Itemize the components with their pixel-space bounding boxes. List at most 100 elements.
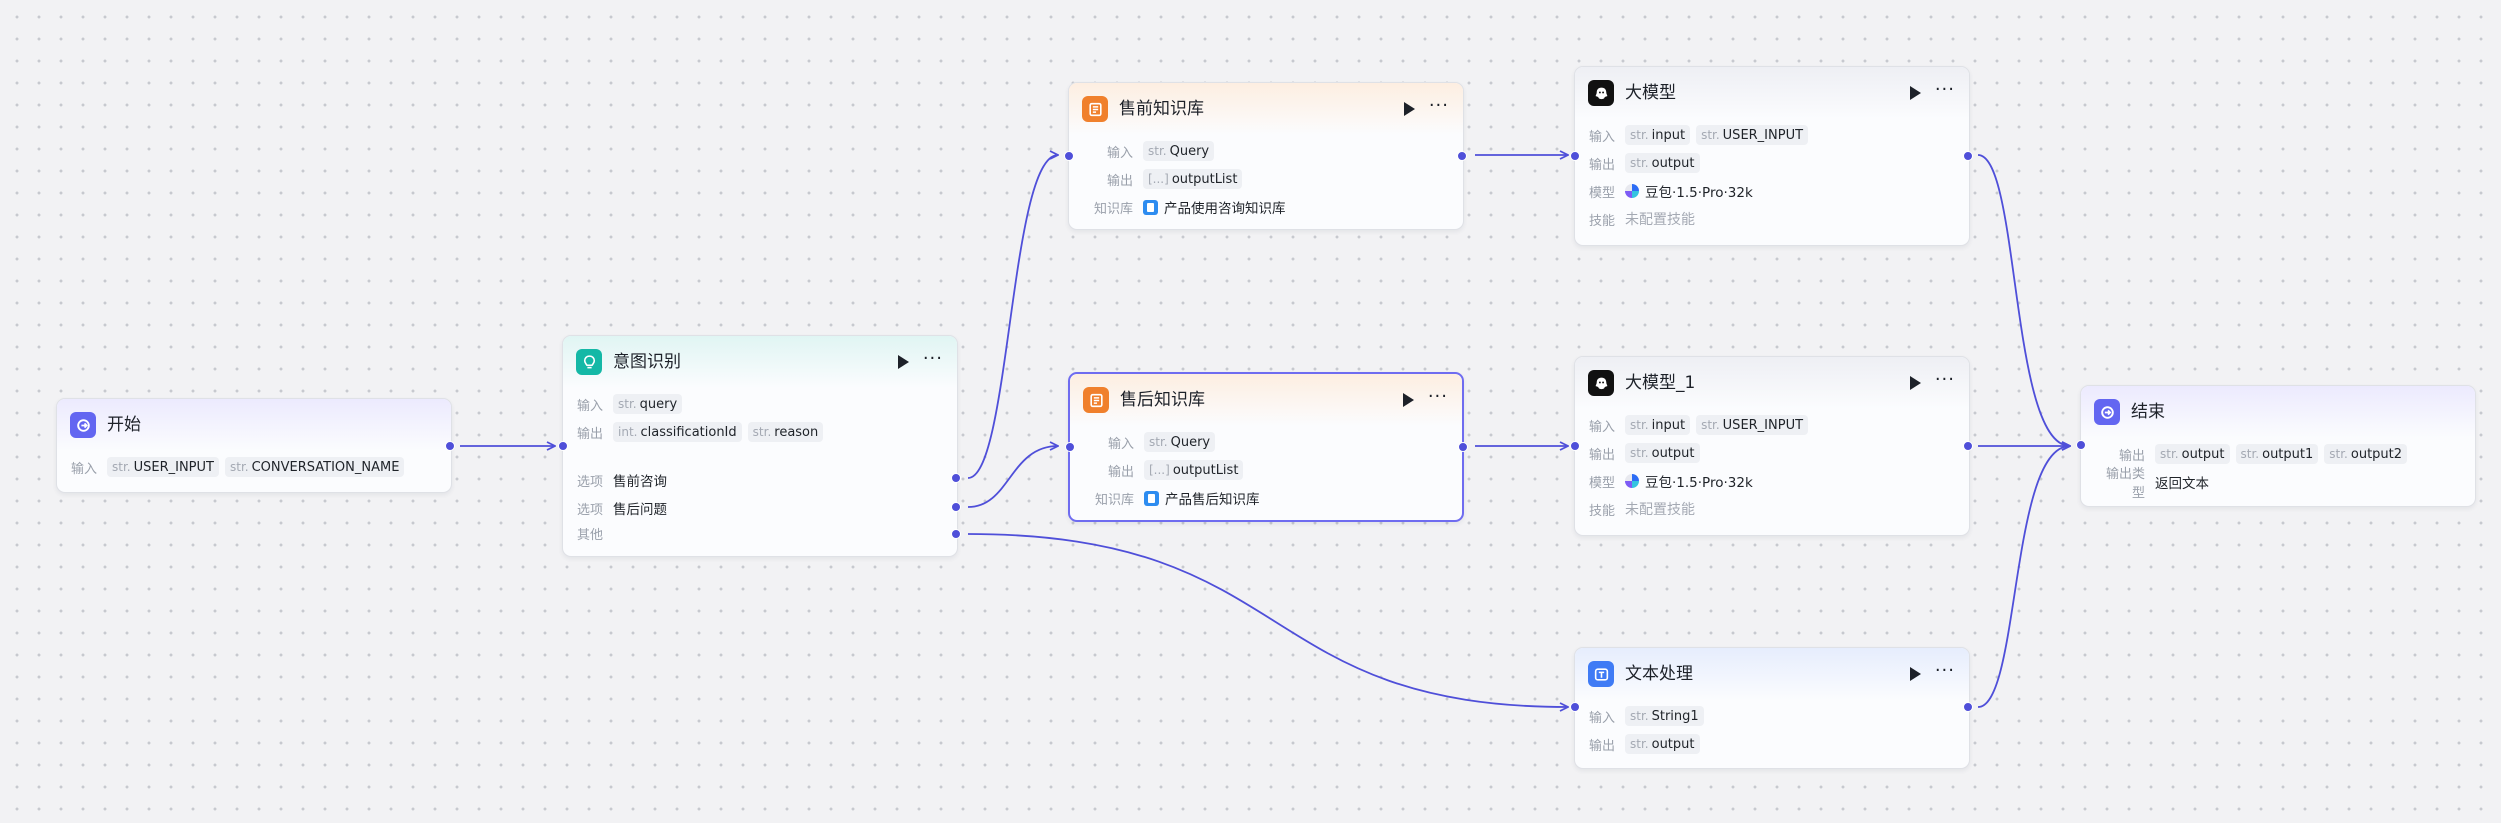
output-label: 输出	[1106, 173, 1133, 189]
start-input-row: 输入 str. USER_INPUT str. CONVERSATION_NAME	[71, 453, 437, 481]
input-label: 输入	[577, 398, 604, 414]
kb-name-row: 知识库 产品售后知识库	[1084, 484, 1448, 512]
param-chip: str. output	[1625, 153, 1700, 173]
text-input-row: 输入 str. String1	[1589, 702, 1955, 730]
option-port-1[interactable]	[951, 473, 961, 483]
input-port[interactable]	[1570, 441, 1580, 451]
kb-value: 产品售后知识库	[1144, 488, 1260, 508]
edge-text-end	[1977, 446, 2070, 708]
end-icon	[2094, 399, 2120, 425]
option-port-2[interactable]	[951, 502, 961, 512]
run-button[interactable]	[1403, 102, 1415, 116]
node-llm-1[interactable]: 大模型_1 ··· 输入 str. input str. USER_INPUT 输出…	[1570, 356, 1973, 536]
node-header: 售后知识库 ···	[1070, 374, 1462, 426]
node-kb-post[interactable]: 售后知识库 ··· 输入 str. Query 输出 [...] outputLis…	[1065, 372, 1468, 522]
input-label: 输入	[1107, 436, 1134, 452]
output-label: 输出	[2118, 448, 2145, 464]
llm-skill-row: 技能 未配置技能	[1589, 205, 1955, 233]
output-label: 输出	[577, 426, 604, 442]
output-port[interactable]	[1963, 151, 1973, 161]
output-port[interactable]	[1963, 441, 1973, 451]
model-value: 豆包·1.5·Pro·32k	[1625, 181, 1753, 201]
output-label: 输出	[1589, 157, 1616, 173]
param-chip: str. input	[1625, 415, 1691, 435]
input-port[interactable]	[1065, 442, 1075, 452]
kb-name-row: 知识库 产品使用咨询知识库	[1083, 193, 1449, 221]
param-chip: str. output	[1625, 443, 1700, 463]
brain-icon	[1588, 370, 1614, 396]
more-button[interactable]: ···	[1428, 388, 1448, 406]
end-output-row: 输出 str. output str. output1 str. output2	[2095, 440, 2461, 468]
more-button[interactable]: ···	[1429, 97, 1449, 115]
node-title: 售后知识库	[1120, 390, 1205, 410]
more-button[interactable]: ···	[1935, 371, 1955, 389]
skill-label: 技能	[1589, 213, 1616, 229]
skill-label: 技能	[1589, 503, 1616, 519]
param-chip: str. input	[1625, 125, 1691, 145]
kb-output-row: 输出 [...] outputList	[1084, 456, 1448, 484]
more-button[interactable]: ···	[1935, 81, 1955, 99]
knowledge-icon	[1083, 387, 1109, 413]
param-chip: str. output	[1625, 734, 1700, 754]
input-label: 输入	[1589, 710, 1616, 726]
input-port[interactable]	[1570, 151, 1580, 161]
output-label: 输出	[1107, 464, 1134, 480]
skill-value: 未配置技能	[1625, 212, 1695, 228]
knowledge-base-icon	[1144, 490, 1159, 506]
output-port[interactable]	[445, 441, 455, 451]
model-logo-icon	[1625, 474, 1639, 488]
input-port[interactable]	[1064, 151, 1074, 161]
more-button[interactable]: ···	[1935, 662, 1955, 680]
node-text-process[interactable]: 文本处理 ··· 输入 str. String1 输出 str. output	[1570, 647, 1973, 769]
input-port[interactable]	[1570, 702, 1580, 712]
node-title: 售前知识库	[1119, 99, 1204, 119]
param-chip: int. classificationId	[613, 422, 742, 442]
edge-intent-text	[967, 533, 1568, 707]
option-value: 售前咨询	[613, 474, 667, 490]
node-header: 文本处理 ···	[1575, 648, 1969, 700]
run-button[interactable]	[1909, 86, 1921, 100]
node-intent[interactable]: 意图识别 ··· 输入 str. query 输出 int. classificat…	[558, 335, 961, 557]
llm-output-row: 输出 str. output	[1589, 149, 1955, 177]
output-port[interactable]	[1963, 702, 1973, 712]
llm-input-row: 输入 str. input str. USER_INPUT	[1589, 121, 1955, 149]
output-port[interactable]	[1457, 151, 1467, 161]
skill-value: 未配置技能	[1625, 502, 1695, 518]
llm-model-row: 模型 豆包·1.5·Pro·32k	[1589, 177, 1955, 205]
node-title: 大模型	[1625, 83, 1676, 103]
node-llm[interactable]: 大模型 ··· 输入 str. input str. USER_INPUT 输出 s…	[1570, 66, 1973, 246]
node-start[interactable]: 开始 输入 str. USER_INPUT str. CONVERSATION_NA…	[56, 398, 455, 493]
param-chip: str. CONVERSATION_NAME	[224, 457, 405, 477]
node-end[interactable]: 结束 输出 str. output str. output1 str. output2…	[2076, 385, 2476, 507]
other-port[interactable]	[951, 529, 961, 539]
run-button[interactable]	[897, 355, 909, 369]
option-label: 选项	[577, 502, 604, 518]
node-header: 开始	[57, 399, 451, 451]
node-title: 大模型_1	[1625, 373, 1696, 393]
edge-intent-kbpre	[967, 155, 1058, 479]
start-icon	[70, 412, 96, 438]
param-chip: str. Query	[1143, 141, 1215, 161]
model-label: 模型	[1589, 475, 1616, 491]
run-button[interactable]	[1909, 667, 1921, 681]
input-port[interactable]	[558, 441, 568, 451]
llm-input-row: 输入 str. input str. USER_INPUT	[1589, 411, 1955, 439]
brain-icon	[1588, 80, 1614, 106]
option-value: 售后问题	[613, 502, 667, 518]
run-button[interactable]	[1402, 393, 1414, 407]
intent-input-row: 输入 str. query	[577, 390, 943, 418]
output-type-label: 输出类型	[2105, 467, 2145, 501]
more-button[interactable]: ···	[923, 350, 943, 368]
node-kb-pre[interactable]: 售前知识库 ··· 输入 str. Query 输出 [...] outputLis…	[1064, 82, 1467, 230]
knowledge-base-icon	[1143, 199, 1158, 215]
edge-intent-kbpost	[967, 446, 1058, 508]
node-title: 结束	[2131, 402, 2165, 422]
run-button[interactable]	[1909, 376, 1921, 390]
output-port[interactable]	[1458, 442, 1468, 452]
param-chip: [...] outputList	[1143, 169, 1243, 189]
node-header: 大模型_1 ···	[1575, 357, 1969, 409]
input-port[interactable]	[2076, 440, 2086, 450]
kb-value: 产品使用咨询知识库	[1143, 197, 1286, 217]
kb-output-row: 输出 [...] outputList	[1083, 165, 1449, 193]
intent-option-row: 选项 售后问题	[577, 494, 943, 522]
